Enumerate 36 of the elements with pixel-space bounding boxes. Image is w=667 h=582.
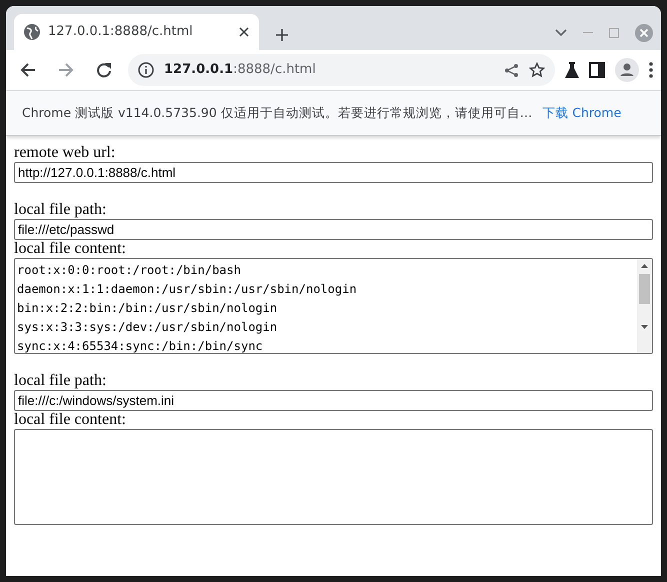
field-label: local file content: xyxy=(14,411,127,429)
path-input[interactable]: file:///c:/windows/system.ini xyxy=(14,390,653,411)
star-icon[interactable] xyxy=(529,62,545,78)
field-label: remote web url: xyxy=(14,144,116,162)
field-label: local file path: xyxy=(14,201,108,219)
field-label: local file content: xyxy=(14,240,127,258)
field-label: local file path: xyxy=(14,372,108,390)
reload-icon[interactable] xyxy=(96,62,112,78)
scrollbar[interactable] xyxy=(637,259,652,353)
tab-title: 127.0.0.1:8888/c.html xyxy=(48,23,194,42)
menu-icon[interactable] xyxy=(649,62,653,78)
browser-tab[interactable]: 127.0.0.1:8888/c.html xyxy=(14,14,259,50)
content-textarea[interactable] xyxy=(14,429,653,525)
globe-icon xyxy=(24,24,40,40)
content-textarea[interactable]: root:x:0:0:root:/root:/bin/bash daemon:x:1:1:daemon:/usr/sbin:/usr/sbin/nologin bin:x:2:2:bin:/bin:/usr/sbin/nologin sys:x:3:3:sys:/dev:/usr/sbin/nologin sync:x:4:65534:sync:/bin:/bin/sync xyxy=(14,258,653,354)
forward-icon[interactable] xyxy=(58,62,74,78)
file-line: daemon:x:1:1:daemon:/usr/sbin:/usr/sbin/nologin xyxy=(17,281,358,298)
url-input[interactable]: http://127.0.0.1:8888/c.html xyxy=(14,162,653,183)
path-input[interactable]: file:///etc/passwd xyxy=(14,219,653,240)
file-line: sys:x:3:3:sys:/dev:/usr/sbin/nologin xyxy=(17,319,278,336)
chevron-icon[interactable] xyxy=(555,29,567,37)
profile-icon[interactable] xyxy=(615,58,639,82)
share-icon[interactable] xyxy=(504,62,519,78)
side-panel-icon[interactable] xyxy=(589,62,605,78)
address-bar[interactable]: 127.0.0.1:8888/c.html xyxy=(128,54,555,86)
file-line: root:x:0:0:root:/root:/bin/bash xyxy=(17,262,242,279)
back-icon[interactable] xyxy=(20,62,36,78)
file-line: bin:x:2:2:bin:/bin:/usr/sbin/nologin xyxy=(17,300,278,317)
file-line: sync:x:4:65534:sync:/bin:/bin/sync xyxy=(17,338,264,353)
info-icon[interactable] xyxy=(138,62,154,78)
download-link[interactable]: 下载 Chrome xyxy=(542,104,622,122)
url-text: 127.0.0.1:8888/c.html xyxy=(164,61,316,80)
new-tab-icon[interactable] xyxy=(275,28,289,42)
flask-icon[interactable] xyxy=(565,62,579,78)
close-icon[interactable] xyxy=(239,27,249,37)
infobar-message: Chrome 测试版 v114.0.5735.90 仅适用于自动测试。若要进行常规浏览，请使用可自… xyxy=(22,104,532,122)
